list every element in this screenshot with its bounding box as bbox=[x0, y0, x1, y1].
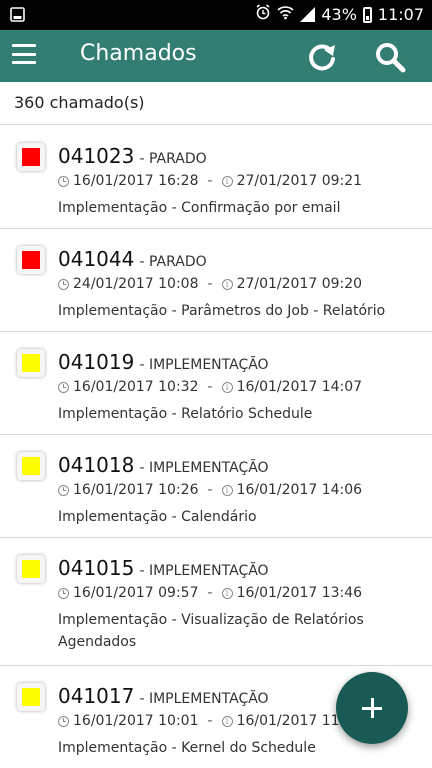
info-icon: i bbox=[221, 587, 233, 599]
result-count-bar: 360 chamado(s) bbox=[0, 82, 432, 125]
clock-icon bbox=[58, 175, 69, 187]
date-separator: - bbox=[207, 482, 213, 498]
ticket-row[interactable]: 041018 - IMPLEMENTAÇÃO 16/01/2017 10:26-… bbox=[0, 435, 432, 538]
status-indicator-icon bbox=[17, 452, 45, 480]
ticket-row[interactable]: 041023 - PARADO 16/01/2017 16:28- i 27/01/… bbox=[0, 126, 432, 229]
status-indicator-icon bbox=[17, 349, 45, 377]
opened-date: 16/01/2017 09:57 bbox=[73, 585, 199, 601]
due-date: 16/01/2017 14:06 bbox=[236, 482, 363, 498]
refresh-icon[interactable] bbox=[304, 39, 340, 75]
status-indicator-icon bbox=[17, 555, 45, 583]
info-icon: i bbox=[221, 278, 233, 290]
ticket-status: - IMPLEMENTAÇÃO bbox=[139, 460, 269, 476]
date-separator: - bbox=[207, 713, 213, 729]
clock-icon bbox=[58, 278, 69, 290]
ticket-description: Implementação - Relatório Schedule bbox=[58, 406, 313, 422]
date-separator: - bbox=[207, 173, 213, 189]
due-date: 27/01/2017 09:21 bbox=[236, 173, 363, 189]
info-icon: i bbox=[221, 381, 233, 393]
clock-icon bbox=[58, 715, 69, 727]
date-separator: - bbox=[207, 379, 213, 395]
opened-date: 16/01/2017 10:01 bbox=[73, 713, 199, 729]
ticket-description: Implementação - Visualização de Relatóri… bbox=[58, 612, 364, 650]
opened-date: 16/01/2017 10:32 bbox=[73, 379, 199, 395]
clock-icon bbox=[58, 587, 69, 599]
add-ticket-button[interactable] bbox=[336, 672, 408, 744]
ticket-row[interactable]: 041019 - IMPLEMENTAÇÃO 16/01/2017 10:32-… bbox=[0, 332, 432, 435]
opened-date: 16/01/2017 16:28 bbox=[73, 173, 199, 189]
signal-icon bbox=[300, 7, 316, 22]
result-count: 360 chamado(s) bbox=[14, 93, 145, 112]
ticket-id: 041023 bbox=[58, 144, 135, 168]
ticket-status: - PARADO bbox=[139, 254, 207, 270]
ticket-status: - IMPLEMENTAÇÃO bbox=[139, 563, 269, 579]
ticket-description: Implementação - Parâmetros do Job - Rela… bbox=[58, 303, 386, 319]
date-separator: - bbox=[207, 585, 213, 601]
ticket-id: 041017 bbox=[58, 684, 135, 708]
menu-icon[interactable] bbox=[12, 44, 36, 64]
ticket-id: 041019 bbox=[58, 350, 135, 374]
status-indicator-icon bbox=[17, 143, 45, 171]
ticket-id: 041015 bbox=[58, 556, 135, 580]
ticket-description: Implementação - Confirmação por email bbox=[58, 200, 341, 216]
ticket-row[interactable]: 041044 - PARADO 24/01/2017 10:08- i 27/01/… bbox=[0, 229, 432, 332]
opened-date: 16/01/2017 10:26 bbox=[73, 482, 199, 498]
alarm-icon bbox=[255, 4, 271, 25]
battery-icon bbox=[362, 7, 372, 23]
date-separator: - bbox=[207, 276, 213, 292]
ticket-id: 041044 bbox=[58, 247, 135, 271]
ticket-status: - IMPLEMENTAÇÃO bbox=[139, 357, 269, 373]
image-icon bbox=[10, 7, 25, 26]
due-date: 16/01/2017 13:46 bbox=[236, 585, 363, 601]
ticket-status: - PARADO bbox=[139, 151, 207, 167]
opened-date: 24/01/2017 10:08 bbox=[73, 276, 199, 292]
ticket-id: 041018 bbox=[58, 453, 135, 477]
info-icon: i bbox=[221, 715, 233, 727]
ticket-status: - IMPLEMENTAÇÃO bbox=[139, 691, 269, 707]
info-icon: i bbox=[221, 484, 233, 496]
wifi-icon bbox=[277, 4, 294, 25]
clock-time: 11:07 bbox=[377, 5, 424, 24]
ticket-row[interactable]: 041015 - IMPLEMENTAÇÃO 16/01/2017 09:57-… bbox=[0, 538, 432, 666]
page-title: Chamados bbox=[80, 41, 197, 66]
info-icon: i bbox=[221, 175, 233, 187]
status-bar: 43% 11:07 bbox=[0, 0, 432, 30]
clock-icon bbox=[58, 381, 69, 393]
status-indicator-icon bbox=[17, 246, 45, 274]
ticket-description: Implementação - Calendário bbox=[58, 509, 257, 525]
due-date: 27/01/2017 09:20 bbox=[236, 276, 363, 292]
search-icon[interactable] bbox=[372, 39, 408, 75]
app-bar: Chamados bbox=[0, 30, 432, 82]
clock-icon bbox=[58, 484, 69, 496]
status-indicator-icon bbox=[17, 683, 45, 711]
due-date: 16/01/2017 14:07 bbox=[236, 379, 363, 395]
battery-percent: 43% bbox=[321, 5, 357, 24]
